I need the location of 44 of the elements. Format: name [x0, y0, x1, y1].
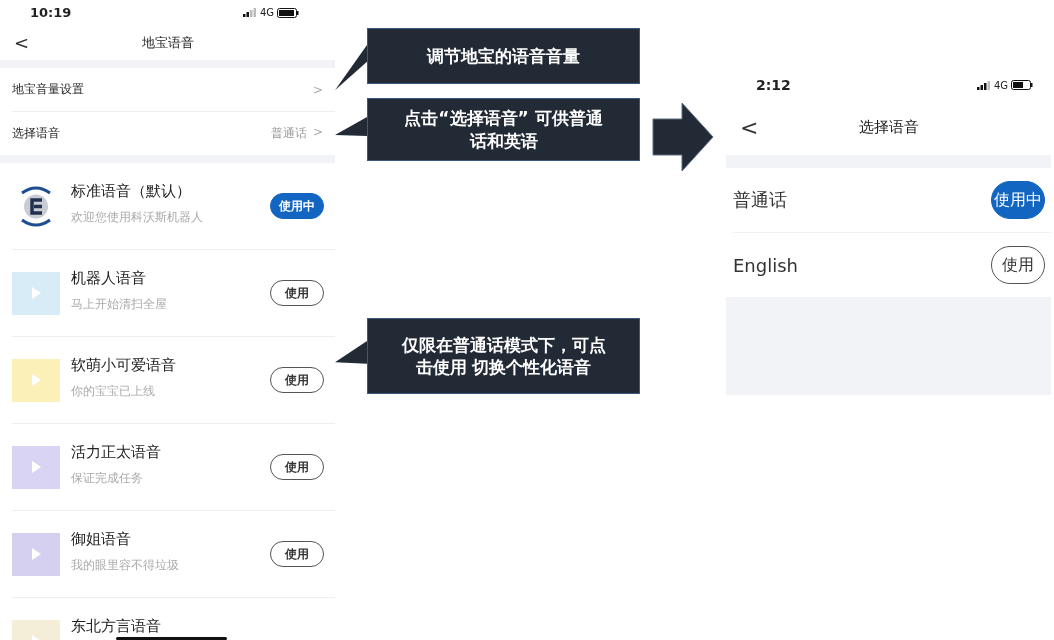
use-button[interactable]: 使用	[270, 454, 324, 480]
voice-title: 软萌小可爱语音	[71, 357, 177, 374]
callout: 仅限在普通话模式下，可点击使用 切换个性化语音	[367, 318, 640, 394]
status-time: 2:12	[756, 77, 791, 93]
signal-icon	[976, 80, 991, 90]
play-icon	[29, 460, 43, 474]
use-button[interactable]: 使用中	[991, 181, 1045, 219]
play-icon	[29, 373, 43, 387]
language-label: English	[733, 254, 798, 276]
screen-title: 地宝语音	[141, 33, 194, 52]
arrow-icon	[652, 102, 714, 172]
callout-pointer	[335, 44, 367, 90]
use-button[interactable]: 使用	[270, 280, 324, 306]
battery-icon	[1011, 80, 1033, 90]
signal-icon	[242, 8, 257, 17]
back-button[interactable]: <	[10, 32, 34, 53]
use-button[interactable]: 使用	[991, 246, 1045, 284]
use-button[interactable]: 使用	[270, 367, 324, 393]
callout: 点击“选择语音” 可供普通话和英语	[367, 98, 640, 161]
screen-title: 选择语音	[858, 118, 919, 137]
battery-icon	[277, 7, 299, 18]
callout-pointer	[335, 116, 367, 136]
settings-row[interactable]: 地宝音量设置 >	[12, 68, 335, 112]
network-label: 4G	[259, 7, 274, 18]
voice-subtitle: 欢迎您使用科沃斯机器人	[71, 208, 204, 226]
voice-subtitle: 保证完成任务	[71, 469, 144, 487]
network-label: 4G	[993, 79, 1008, 91]
use-button[interactable]: 使用	[270, 541, 324, 567]
voice-subtitle: 马上开始清扫全屋	[71, 295, 168, 313]
back-button[interactable]: <	[736, 115, 763, 140]
voice-subtitle: 你的宝宝已上线	[71, 382, 156, 400]
play-icon	[29, 286, 43, 300]
settings-row[interactable]: 选择语音 普通话 >	[0, 112, 335, 155]
play-icon	[29, 547, 43, 561]
status-time: 10:19	[30, 5, 72, 20]
language-label: 普通话	[733, 188, 787, 212]
voice-title: 东北方言语音	[71, 618, 162, 635]
voice-subtitle: 我的眼里容不得垃圾	[71, 556, 180, 574]
callout-pointer	[335, 340, 367, 364]
voice-title: 机器人语音	[71, 270, 147, 287]
voice-title: 活力正太语音	[71, 444, 162, 461]
use-button[interactable]: 使用中	[270, 193, 324, 219]
voice-title: 御姐语音	[71, 531, 132, 548]
voice-title: 标准语音（默认）	[71, 183, 192, 200]
